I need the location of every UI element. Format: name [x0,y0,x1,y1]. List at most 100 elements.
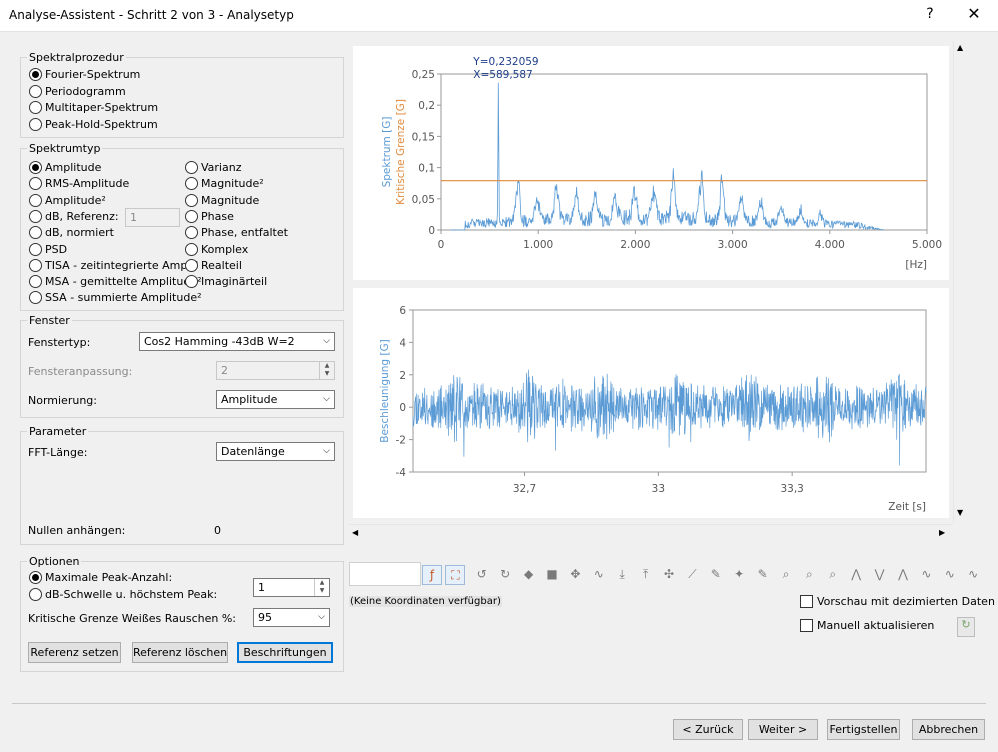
radio-multitaper-spektrum[interactable]: Multitaper-Spektrum [29,101,158,114]
trend-icon[interactable]: ⟋ [683,565,701,583]
radio-label: MSA - gemittelte Amplitude² [45,275,202,289]
radio-tisa-zeitintegrierte-ampl[interactable]: TISA - zeitintegrierte Ampl.² [29,258,199,272]
normierung-value: Amplitude [221,393,278,406]
zurueck-button[interactable]: < Zurück [673,719,743,740]
scroll-up-icon[interactable]: ▲ [957,43,967,55]
radio-ssa-summierte-amplitude[interactable]: SSA - summierte Amplitude² [29,291,202,305]
arrow-up-icon[interactable]: ⤒ [637,565,655,583]
x-tick-label: 0 [438,239,445,251]
rotate-right-icon[interactable]: ↻ [496,565,514,583]
y-tick-label: 0,2 [418,100,435,112]
scroll-down-icon[interactable]: ▼ [957,508,967,520]
move-all-icon[interactable]: ✣ [660,565,678,583]
radio-circle [185,242,198,256]
radio-komplex[interactable]: Komplex [185,242,248,256]
x-axis-label: Zeit [s] [888,501,926,513]
curve-icon[interactable]: ∿ [941,565,959,583]
fensteranpassung-input: 2 ▲ ▼ [216,361,335,380]
radio-periodogramm[interactable]: Periodogramm [29,84,126,98]
radio-circle [185,177,198,191]
square-icon[interactable]: ■ [543,565,561,583]
close-button[interactable]: ✕ [962,4,986,26]
radio-imaginärteil[interactable]: Imaginärteil [185,275,267,289]
radio-peak-hold-spektrum[interactable]: Peak-Hold-Spektrum [29,117,158,131]
referenz-loeschen-button[interactable]: Referenz löschen [132,642,228,663]
peak-anzahl-input[interactable]: 1 ▲ ▼ [253,578,330,597]
radio-rms-amplitude[interactable]: RMS-Amplitude [29,177,129,191]
radio-label: TISA - zeitintegrierte Ampl.² [45,258,199,272]
arrow-down-icon[interactable]: ⤓ [613,565,631,583]
marker-icon[interactable]: ✦ [730,565,748,583]
radio-label: Phase [201,209,234,223]
cursor-icon[interactable]: ƒ [422,565,442,585]
radio-label: Peak-Hold-Spektrum [45,117,158,131]
radio-label: Phase, entfaltet [201,226,288,240]
time-chart[interactable]: -4 -2 0 2 4 6 32,7 33 33,3 Zeit [s] Beschleunigung… [353,288,949,518]
radio-psd[interactable]: PSD [29,242,67,256]
referenz-setzen-button[interactable]: Referenz setzen [28,642,121,663]
radio-realteil[interactable]: Realteil [185,258,242,272]
scroll-right-icon[interactable]: ▶ [939,528,945,537]
peaks2-icon[interactable]: ⋀ [894,565,912,583]
weiter-button[interactable]: Weiter > [748,719,818,740]
peaks-icon[interactable]: ⋀ [847,565,865,583]
normierung-select[interactable]: Amplitude ⌵ [216,390,335,409]
vorschau-checkbox[interactable]: Vorschau mit dezimierten Daten [800,595,995,608]
radio-circle [29,242,42,256]
time-svg: -4 -2 0 2 4 6 32,7 33 33,3 Zeit [s] Beschleunigung… [379,305,927,513]
radio-circle [29,571,42,584]
abbrechen-button[interactable]: Abbrechen [912,719,985,740]
fenstertyp-select[interactable]: Cos2 Hamming -43dB W=2 ⌵ [139,332,335,351]
radio-label: Multitaper-Spektrum [45,101,159,114]
shape-icon[interactable]: ◆ [520,565,538,583]
spin-arrows-icon[interactable]: ▲ ▼ [314,579,329,596]
radio-fourier-spektrum[interactable]: Fourier-Spektrum [29,68,140,81]
fenstertyp-label: Fenstertyp: [28,336,91,349]
zoom-icon[interactable]: ⌕ [800,565,818,583]
radio-amplitude[interactable]: Amplitude² [29,193,106,207]
move-icon[interactable]: ✥ [566,565,584,583]
zoom-out-icon[interactable]: ⌕ [824,565,842,583]
radio-db-schwelle[interactable]: dB-Schwelle u. höchstem Peak: [29,588,217,601]
radio-phase[interactable]: Phase [185,209,234,223]
radio-amplitude[interactable]: Amplitude [29,161,101,174]
radio-db-referenz[interactable]: dB, Referenz: [29,209,119,223]
radio-circle [185,226,198,240]
curve2-icon[interactable]: ∿ [964,565,982,583]
manuell-checkbox[interactable]: Manuell aktualisieren [800,619,934,632]
vertical-scrollbar[interactable]: ▲ ▼ [953,41,971,522]
zoom-in-icon[interactable]: ⌕ [777,565,795,583]
beschriftungen-button[interactable]: Beschriftungen [237,642,333,663]
checkbox-box [800,595,813,608]
horizontal-scrollbar[interactable]: ◀ ▶ [349,524,953,542]
radio-magnitude[interactable]: Magnitude² [185,177,264,191]
radio-label: Magnitude² [201,177,264,191]
refresh-icon[interactable]: ↻ [957,617,975,637]
help-button[interactable]: ? [921,6,939,24]
radio-maximale-peak-anzahl[interactable]: Maximale Peak-Anzahl: [29,571,172,584]
radio-circle [185,209,198,223]
scroll-left-icon[interactable]: ◀ [352,528,358,537]
fft-laenge-select[interactable]: Datenlänge ⌵ [216,442,335,461]
spectrum-chart[interactable]: 0 0,05 0,1 0,15 0,2 0,25 0 1.000 2.000 3.000 4.000… [353,46,949,280]
spectrum-icon[interactable]: ∿ [917,565,935,583]
radio-magnitude[interactable]: Magnitude [185,193,259,207]
wave-icon[interactable]: ∿ [590,565,608,583]
radio-label: Varianz [201,161,242,174]
zoom-fit-icon[interactable]: ⛶ [445,565,466,585]
pen2-icon[interactable]: ✎ [754,565,772,583]
kritische-grenze-label: Kritische Grenze Weißes Rauschen %: [28,612,236,625]
radio-phase-entfaltet[interactable]: Phase, entfaltet [185,226,288,240]
referenz-value: 1 [130,211,137,224]
radio-label: Amplitude² [45,193,106,207]
kritische-grenze-select[interactable]: 95 ⌵ [253,608,330,627]
fertigstellen-button[interactable]: Fertigstellen [827,719,900,740]
y-tick-label: 0 [399,402,406,414]
pen-icon[interactable]: ✎ [707,565,725,583]
radio-varianz[interactable]: Varianz [185,161,241,174]
rotate-left-icon[interactable]: ↺ [473,565,491,583]
valley-icon[interactable]: ⋁ [871,565,889,583]
radio-msa-gemittelte-amplitude[interactable]: MSA - gemittelte Amplitude² [29,275,202,289]
radio-label: Periodogramm [45,84,126,98]
radio-db-normiert[interactable]: dB, normiert [29,226,114,240]
